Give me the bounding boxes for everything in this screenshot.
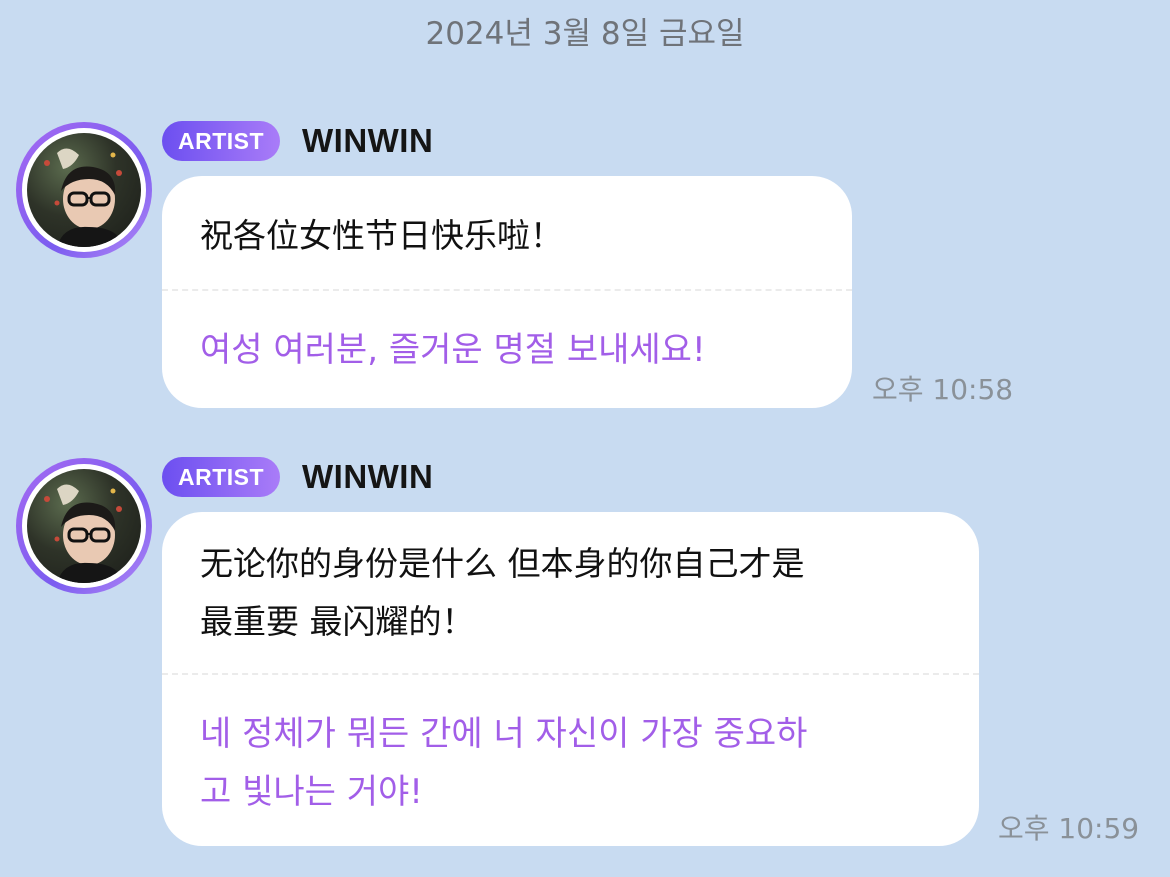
avatar-photo — [27, 469, 141, 583]
sender-name: WINWIN — [302, 458, 434, 495]
original-text-line: 祝各位女性节日快乐啦！ — [200, 216, 563, 255]
translation-text-line: 고 빛나는 거야! — [200, 772, 423, 812]
avatar-photo — [27, 133, 141, 247]
artist-badge: ARTIST — [162, 457, 280, 497]
artist-badge: ARTIST — [162, 121, 280, 161]
sender-name: WINWIN — [302, 122, 434, 159]
date-header: 2024년 3월 8일 금요일 — [425, 16, 745, 52]
translation-text-line: 여성 여러분, 즐거운 명절 보내세요! — [200, 330, 706, 370]
message-bubble[interactable]: 祝各位女性节日快乐啦！ 여성 여러분, 즐거운 명절 보내세요! — [162, 176, 852, 408]
translation-divider — [162, 289, 852, 291]
original-text-line: 最重要 最闪耀的！ — [200, 602, 475, 641]
translation-divider — [162, 673, 979, 675]
avatar[interactable] — [16, 122, 152, 258]
translation-text-line: 네 정체가 뭐든 간에 너 자신이 가장 중요하 — [200, 714, 808, 754]
avatar-image-icon — [44, 484, 123, 583]
message-time: 오후 10:59 — [998, 812, 1140, 845]
avatar[interactable] — [16, 458, 152, 594]
avatar-image-icon — [44, 148, 123, 247]
original-text-line: 无论你的身份是什么 但本身的你自己才是 — [200, 544, 805, 583]
message-time: 오후 10:58 — [872, 373, 1014, 406]
message-bubble[interactable]: 无论你的身份是什么 但本身的你自己才是 最重要 最闪耀的！ 네 정체가 뭐든 간… — [162, 512, 979, 846]
